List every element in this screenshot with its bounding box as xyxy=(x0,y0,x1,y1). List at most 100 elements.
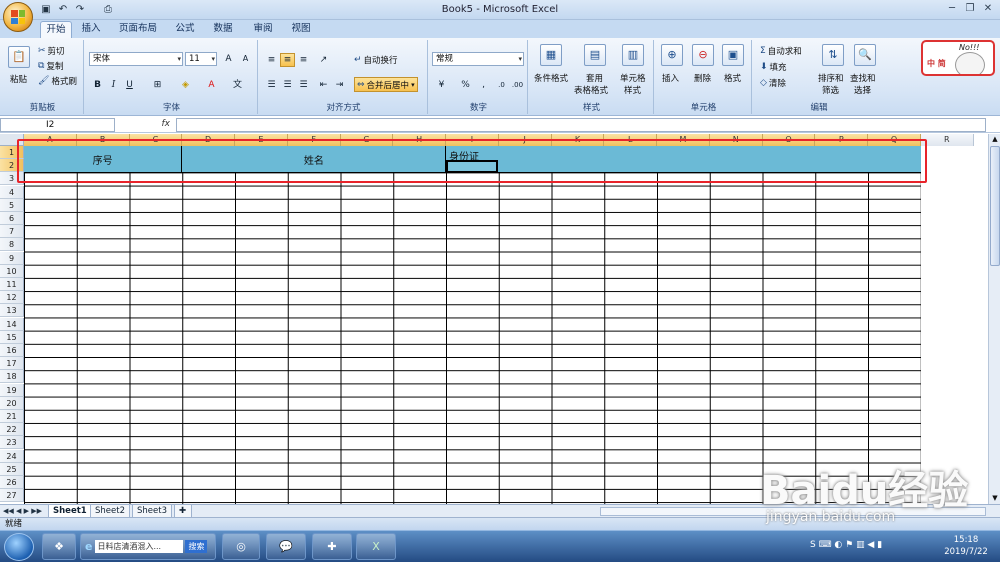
fx-icon[interactable]: fx xyxy=(118,118,174,132)
scroll-down-icon[interactable]: ▼ xyxy=(990,493,1000,504)
autosum-button[interactable]: Σ 自动求和 xyxy=(760,45,802,57)
vertical-scrollbar[interactable]: ▲ ▼ xyxy=(988,134,1000,504)
tab-page-layout[interactable]: 页面布局 xyxy=(114,21,162,38)
conditional-format-icon[interactable]: ▦ xyxy=(540,44,562,66)
grow-font-icon[interactable]: A xyxy=(221,52,236,66)
column-header-r[interactable]: R xyxy=(920,134,974,146)
clear-button[interactable]: ◇ 清除 xyxy=(760,77,786,89)
align-bottom-icon[interactable]: ≡ xyxy=(296,53,311,67)
name-box[interactable]: I2 xyxy=(0,118,115,132)
align-top-icon[interactable]: ≡ xyxy=(264,53,279,67)
conditional-format-button[interactable]: 条件格式 xyxy=(534,72,568,84)
tab-data[interactable]: 数据 xyxy=(210,21,236,38)
fill-button[interactable]: ⬇ 填充 xyxy=(760,61,787,73)
align-middle-icon[interactable]: ≡ xyxy=(280,53,295,67)
horizontal-scrollbar[interactable] xyxy=(600,507,986,516)
format-cells-button[interactable]: 格式 xyxy=(724,72,741,84)
tab-review[interactable]: 审阅 xyxy=(250,21,276,38)
row-header-23[interactable]: 23 xyxy=(0,436,24,450)
phonetic-icon[interactable]: 文 xyxy=(230,78,245,92)
font-size-select[interactable]: 11 ▾ xyxy=(185,52,217,66)
start-button[interactable] xyxy=(4,533,34,561)
row-header-25[interactable]: 25 xyxy=(0,462,24,476)
taskbar-excel-icon[interactable]: X xyxy=(356,533,396,560)
bold-button[interactable]: B xyxy=(90,78,105,92)
taskbar-360-icon[interactable]: ◎ xyxy=(222,533,260,560)
insert-cells-icon[interactable]: ⊕ xyxy=(661,44,683,66)
row-header-6[interactable]: 6 xyxy=(0,212,24,225)
vertical-scroll-thumb[interactable] xyxy=(990,146,1000,266)
row-header-19[interactable]: 19 xyxy=(0,383,24,397)
restore-icon[interactable]: ❐ xyxy=(962,2,978,16)
increase-decimal-icon[interactable]: .0 xyxy=(494,78,509,92)
tab-formulas[interactable]: 公式 xyxy=(172,21,198,38)
clock[interactable]: 15:18 2019/7/22 xyxy=(938,534,994,558)
row-header-18[interactable]: 18 xyxy=(0,370,24,384)
row-header-14[interactable]: 14 xyxy=(0,317,24,331)
row-header-7[interactable]: 7 xyxy=(0,225,24,239)
format-table-icon[interactable]: ▤ xyxy=(584,44,606,66)
font-color-icon[interactable]: A xyxy=(204,78,219,92)
font-name-select[interactable]: 宋体 ▾ xyxy=(89,52,183,66)
browser-search-button[interactable]: 搜索 xyxy=(185,540,208,553)
row-header-11[interactable]: 11 xyxy=(0,278,24,291)
row-header-5[interactable]: 5 xyxy=(0,198,24,212)
row-header-15[interactable]: 15 xyxy=(0,330,24,344)
tab-home[interactable]: 开始 xyxy=(40,21,72,38)
increase-indent-icon[interactable]: ⇥ xyxy=(332,78,347,92)
delete-cells-icon[interactable]: ⊖ xyxy=(692,44,714,66)
merge-center-button[interactable]: ⇔ 合并后居中 ▾ xyxy=(354,77,418,92)
office-button[interactable] xyxy=(3,2,33,32)
copy-button[interactable]: ⧉ 复制 xyxy=(38,60,63,72)
fill-color-icon[interactable]: ◈ xyxy=(178,78,193,92)
row-header-10[interactable]: 10 xyxy=(0,264,24,278)
paste-icon[interactable]: 📋 xyxy=(8,46,30,68)
find-select-icon[interactable]: 🔍 xyxy=(854,44,876,66)
cell-grid[interactable] xyxy=(24,146,921,504)
find-select-button[interactable]: 查找和 xyxy=(850,72,876,84)
row-header-4[interactable]: 4 xyxy=(0,185,24,199)
shrink-font-icon[interactable]: A xyxy=(238,52,253,66)
cell-styles-button[interactable]: 单元格 xyxy=(620,72,646,84)
tab-view[interactable]: 视图 xyxy=(288,21,314,38)
delete-cells-button[interactable]: 删除 xyxy=(694,72,711,84)
format-table-button[interactable]: 套用 xyxy=(586,72,603,84)
cell-styles-icon[interactable]: ▥ xyxy=(622,44,644,66)
sort-filter-icon[interactable]: ⇅ xyxy=(822,44,844,66)
row-header-16[interactable]: 16 xyxy=(0,344,24,357)
taskbar-app-icon[interactable]: ❖ xyxy=(42,533,76,560)
decrease-decimal-icon[interactable]: .00 xyxy=(510,78,525,92)
close-icon[interactable]: ✕ xyxy=(980,2,996,16)
row-header-17[interactable]: 17 xyxy=(0,357,24,371)
accounting-icon[interactable]: ¥ xyxy=(434,78,449,92)
underline-button[interactable]: U xyxy=(122,78,137,92)
row-header-27[interactable]: 27 xyxy=(0,489,24,503)
row-header-13[interactable]: 13 xyxy=(0,304,24,318)
scroll-up-icon[interactable]: ▲ xyxy=(990,134,1000,145)
row-header-22[interactable]: 22 xyxy=(0,423,24,437)
sort-filter-button[interactable]: 排序和 xyxy=(818,72,844,84)
formula-input[interactable] xyxy=(176,118,986,132)
row-header-26[interactable]: 26 xyxy=(0,476,24,489)
sheet-nav-icons[interactable]: ◀◀ ◀ ▶ ▶▶ xyxy=(3,505,42,517)
tray-icons[interactable]: S ⌨ ◐ ⚑ ▥ ◀ ▮ xyxy=(810,540,882,550)
row-header-9[interactable]: 9 xyxy=(0,251,24,265)
taskbar-plus-icon[interactable]: ✚ xyxy=(312,533,352,560)
italic-button[interactable]: I xyxy=(106,78,121,92)
taskbar-wechat-icon[interactable]: 💬 xyxy=(266,533,306,560)
format-painter-button[interactable]: 🖌 格式刷 xyxy=(38,75,77,87)
row-header-21[interactable]: 21 xyxy=(0,410,24,423)
decrease-indent-icon[interactable]: ⇤ xyxy=(316,78,331,92)
row-header-8[interactable]: 8 xyxy=(0,238,24,252)
row-header-24[interactable]: 24 xyxy=(0,449,24,463)
tab-insert[interactable]: 插入 xyxy=(78,21,104,38)
align-left-icon[interactable]: ☰ xyxy=(264,78,279,92)
borders-icon[interactable]: ⊞ xyxy=(150,78,165,92)
align-right-icon[interactable]: ☰ xyxy=(296,78,311,92)
orientation-icon[interactable]: ↗ xyxy=(316,53,331,67)
insert-cells-button[interactable]: 插入 xyxy=(662,72,679,84)
align-center-icon[interactable]: ☰ xyxy=(280,78,295,92)
cut-button[interactable]: ✂ 剪切 xyxy=(38,45,65,57)
row-header-20[interactable]: 20 xyxy=(0,396,24,410)
comma-icon[interactable]: , xyxy=(476,78,491,92)
